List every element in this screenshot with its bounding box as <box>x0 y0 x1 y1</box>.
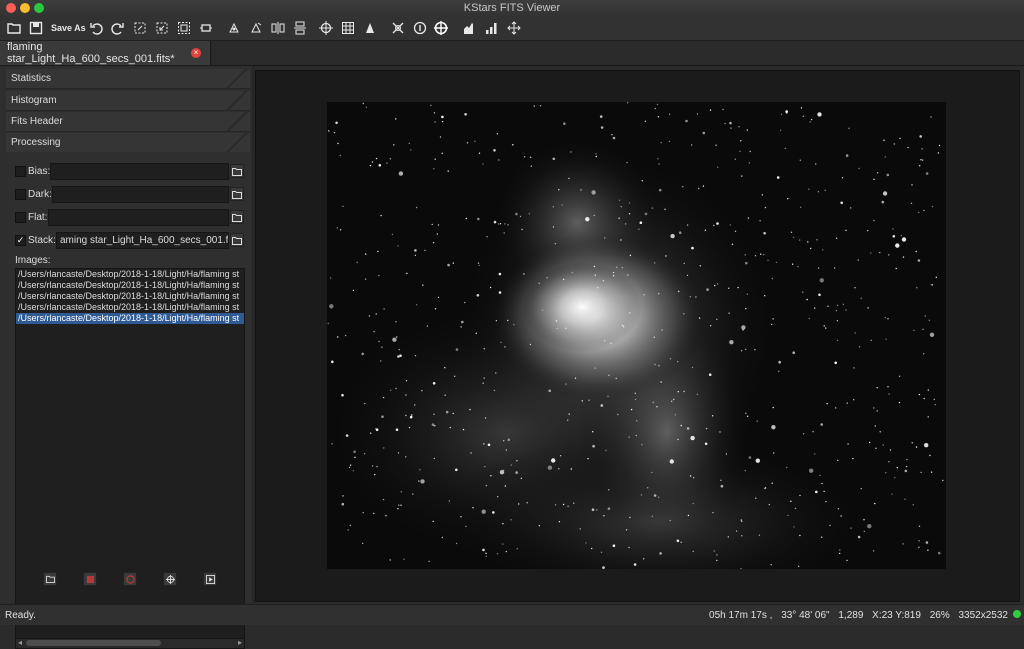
trash-icon <box>86 575 94 583</box>
grid-icon[interactable] <box>339 19 357 37</box>
crosshair-small-icon[interactable] <box>317 19 335 37</box>
star-detect-icon[interactable] <box>269 19 287 37</box>
status-image-size: 3352x2532 <box>958 610 1009 621</box>
image-viewer[interactable] <box>255 70 1020 612</box>
rotate-icon[interactable] <box>225 19 243 37</box>
list-item[interactable]: /Users/rlancaste/Desktop/2018-1-18/Light… <box>16 302 244 313</box>
status-ra: 05h 17m 17s , <box>709 610 773 621</box>
fit-icon[interactable] <box>175 19 193 37</box>
nebula-image <box>307 102 946 612</box>
crop-icon[interactable] <box>131 19 149 37</box>
bias-row: Bias: <box>15 163 50 180</box>
stack-label: Stack: <box>28 235 56 246</box>
tab-bar: flaming star_Light_Ha_600_secs_001.fits*… <box>0 41 1024 66</box>
stack-checkbox[interactable]: ✓ <box>15 235 26 246</box>
list-item-selected[interactable]: /Users/rlancaste/Desktop/2018-1-18/Light… <box>16 313 244 324</box>
status-bar: Ready. 05h 17m 17s , 33° 48' 06" 1,289 X… <box>0 604 1024 625</box>
tab-fits-file[interactable]: flaming star_Light_Ha_600_secs_001.fits*… <box>0 41 211 65</box>
flat-label: Flat: <box>28 212 48 223</box>
window-title: KStars FITS Viewer <box>463 2 561 14</box>
status-coords: X:23 Y:819 <box>872 610 921 621</box>
save-icon[interactable] <box>27 19 45 37</box>
side-panel: Statistics Histogram Fits Header Process… <box>0 66 252 649</box>
flat-field[interactable] <box>48 209 229 226</box>
histogram-icon[interactable] <box>247 19 265 37</box>
dark-checkbox[interactable] <box>15 189 26 200</box>
status-zoom: 26% <box>929 610 950 621</box>
list-item[interactable]: /Users/rlancaste/Desktop/2018-1-18/Light… <box>16 280 244 291</box>
folder-icon <box>232 213 242 222</box>
status-readout: 05h 17m 17s , 33° 48' 06" 1,289 X:23 Y:8… <box>703 610 1008 621</box>
images-label: Images: <box>15 255 51 266</box>
fits-image[interactable] <box>307 102 946 612</box>
status-message: Ready. <box>5 610 36 621</box>
flat-row: Flat: <box>15 209 47 226</box>
stack-row: ✓ Stack: <box>15 232 56 249</box>
processing-panel: Bias: Dark: Flat: ✓ Stack: aming star_Li… <box>6 152 250 649</box>
title-bar: KStars FITS Viewer <box>0 0 1024 17</box>
bias-checkbox[interactable] <box>15 166 26 177</box>
horizontal-scrollbar[interactable]: ◂ ▸ <box>16 638 244 648</box>
target-icon[interactable] <box>291 19 309 37</box>
starbox-icon[interactable] <box>389 19 407 37</box>
dark-label: Dark: <box>28 189 52 200</box>
dark-browse-button[interactable] <box>230 187 244 201</box>
redo-icon[interactable] <box>109 19 127 37</box>
bias-browse-button[interactable] <box>230 164 244 178</box>
folder-add-icon <box>45 575 55 583</box>
bias-field[interactable] <box>50 163 229 180</box>
stack-field[interactable]: aming star_Light_Ha_600_secs_001.fits <box>56 232 229 249</box>
open-icon[interactable] <box>5 19 23 37</box>
folder-icon <box>232 190 242 199</box>
scroll-left-icon[interactable]: ◂ <box>18 638 22 647</box>
tab-label: flaming star_Light_Ha_600_secs_001.fits* <box>7 41 175 65</box>
list-item[interactable]: /Users/rlancaste/Desktop/2018-1-18/Light… <box>16 291 244 302</box>
scroll-right-icon[interactable]: ▸ <box>238 638 242 647</box>
pixel-icon[interactable] <box>361 19 379 37</box>
add-image-button[interactable] <box>43 572 57 586</box>
crosshair-icon[interactable] <box>432 19 450 37</box>
remove-image-button[interactable] <box>123 572 137 586</box>
folder-icon <box>232 167 242 176</box>
save-as-button[interactable]: Save As <box>51 19 86 37</box>
list-item[interactable]: /Users/rlancaste/Desktop/2018-1-18/Light… <box>16 269 244 280</box>
select-icon[interactable] <box>153 19 171 37</box>
flat-checkbox[interactable] <box>15 212 26 223</box>
status-pixel-value: 1,289 <box>838 610 864 621</box>
graph-icon[interactable] <box>461 19 479 37</box>
stack-browse-button[interactable] <box>230 233 244 247</box>
section-processing[interactable]: Processing <box>6 133 250 153</box>
section-fits-header[interactable]: Fits Header <box>6 112 250 132</box>
bars-icon[interactable] <box>483 19 501 37</box>
clear-images-button[interactable] <box>83 572 97 586</box>
toolbar: Save As <box>0 16 1024 41</box>
move-icon[interactable] <box>505 19 523 37</box>
remove-icon <box>125 574 135 584</box>
flat-browse-button[interactable] <box>230 210 244 224</box>
processing-actions <box>6 572 250 592</box>
close-tab-icon[interactable]: × <box>191 48 201 58</box>
scrollbar-thumb[interactable] <box>26 640 161 646</box>
undo-icon[interactable] <box>87 19 105 37</box>
flip-icon[interactable] <box>197 19 215 37</box>
run-stack-button[interactable] <box>203 572 217 586</box>
info-icon[interactable] <box>411 19 429 37</box>
folder-icon <box>232 236 242 245</box>
align-button[interactable] <box>163 572 177 586</box>
status-dec: 33° 48' 06" <box>781 610 830 621</box>
section-histogram[interactable]: Histogram <box>6 91 250 111</box>
bias-label: Bias: <box>28 166 51 177</box>
crosshair-icon <box>165 574 175 584</box>
dark-row: Dark: <box>15 186 52 203</box>
play-icon <box>205 574 215 584</box>
dark-field[interactable] <box>52 186 229 203</box>
section-statistics[interactable]: Statistics <box>6 69 250 89</box>
status-led-icon <box>1013 610 1021 618</box>
